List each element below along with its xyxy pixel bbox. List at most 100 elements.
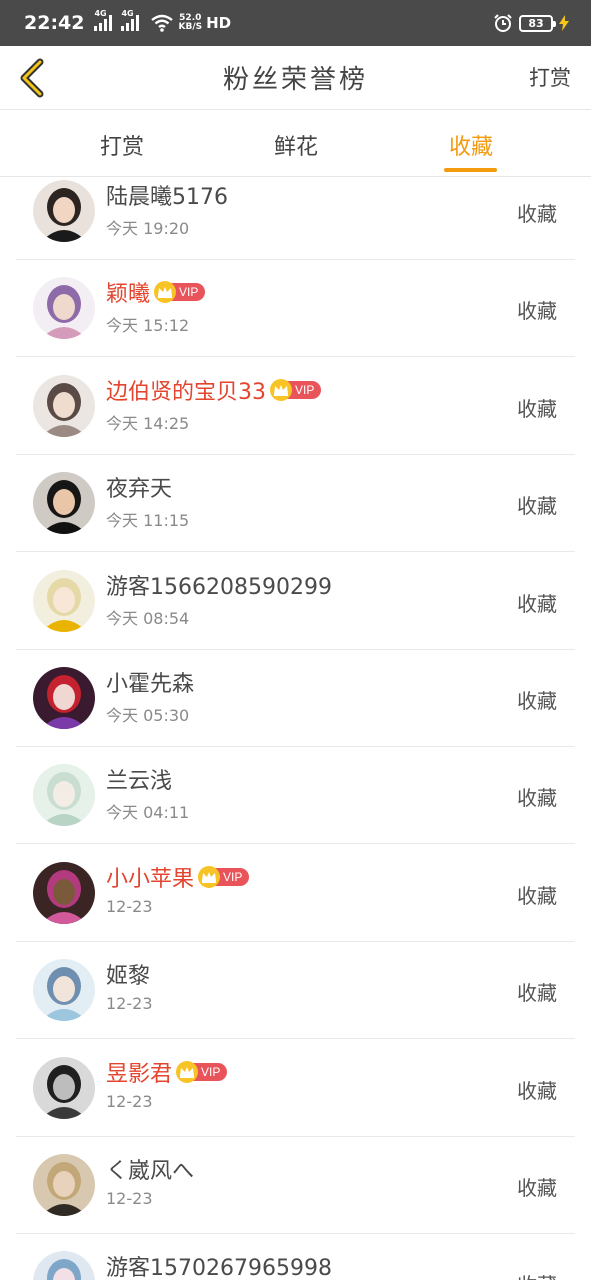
fan-name-text: 夜弃天 [106,477,173,503]
crown-icon [198,865,221,888]
avatar-black-white[interactable] [33,1056,95,1119]
fan-name[interactable]: 小小苹果 VIP [106,861,250,893]
action-label: 收藏 [517,1269,557,1280]
battery-icon: 83 [519,14,556,32]
action-label: 收藏 [517,1176,557,1200]
favorite-time: 今天 05:30 [106,706,190,725]
favorite-time: 今天 19:20 [106,219,190,238]
fan-list-item[interactable]: 小霍先森今天 05:30 收藏 [0,650,591,747]
fan-name[interactable]: 昱影君 VIP [106,1056,228,1088]
favorite-time: 12-23 [106,896,153,916]
favorite-time: 今天 14:25 [106,413,190,433]
action-label: 收藏 [517,202,557,226]
fan-name-text: 姬黎 [106,964,151,990]
fan-name[interactable]: く崴风へ [106,1153,194,1185]
avatar-two-characters[interactable] [33,277,95,340]
crown-icon [270,378,292,401]
action-label: 收藏 [517,494,557,519]
avatar-flowers[interactable] [33,861,95,924]
action-label: 收藏 [517,396,557,421]
action-label: 收藏 [517,1078,557,1103]
network-speed: 52.0 KB/S [178,14,202,32]
hd-indicator: HD [206,14,232,32]
fan-name-text: 颖曦 [106,282,151,308]
network-speed-unit: KB/S [178,22,203,32]
fan-name[interactable]: 兰云浅 [106,763,172,795]
tab-favorites[interactable]: 收藏 [444,129,498,161]
action-label: 收藏 [517,981,557,1006]
fan-name-text: 陆晨曦5176 [106,185,228,210]
charging-icon [559,15,569,31]
avatar-sunglasses[interactable] [33,472,95,535]
fan-name[interactable]: 姬黎 [106,958,150,990]
action-label: 收藏 [517,591,557,616]
tab-reward[interactable]: 打赏 [96,129,148,161]
favorite-time: 12-23 [106,1091,153,1111]
favorite-time: 12-23 [106,1189,153,1208]
fan-list-item[interactable]: 兰云浅今天 04:11 收藏 [0,747,591,845]
favorite-time: 今天 11:15 [106,511,190,531]
avatar-anime-red-hair[interactable] [33,667,95,729]
fan-name[interactable]: 游客1570267965998 [106,1250,332,1280]
favorite-time: 12-23 [106,994,153,1014]
cellular-signal-icon: 4G [94,9,114,31]
crown-icon [176,1060,199,1083]
avatar-partial[interactable] [33,1251,95,1280]
fan-name-text: 小霍先森 [106,672,195,697]
avatar-anime-girl-blonde[interactable] [33,569,95,632]
status-bar: 22:42 4G 4G 52.0 KB/S HD 83 [0,0,591,46]
avatar-boy-blonde[interactable] [33,1154,95,1216]
fan-name[interactable]: 陆晨曦5176 [106,179,228,211]
fan-name-text: く崴风へ [106,1159,195,1184]
favorite-time: 今天 04:11 [106,803,190,823]
navigation-bar: 粉丝荣誉榜 打赏 [0,46,591,110]
fan-name[interactable]: 小霍先森 [106,666,194,698]
action-label: 收藏 [517,786,557,811]
avatar-girl-dark-hair[interactable] [33,180,95,242]
fan-name[interactable]: 夜弃天 [106,471,172,503]
fan-name-text: 边伯贤的宝贝33 [106,379,266,405]
vip-badge: VIP [154,281,206,304]
network-type-label-2: 4G [121,9,134,18]
page-title: 粉丝荣誉榜 [222,65,368,95]
fan-list-item[interactable]: 颖曦 VIP 今天 15:12 收藏 [0,260,591,358]
fan-name-text: 昱影君 [106,1061,173,1087]
fan-list-item[interactable]: 姬黎 12-23 收藏 [0,942,591,1040]
action-label: 收藏 [517,299,557,324]
avatar-lady-in-white[interactable] [33,764,95,827]
fan-name-text: 小小苹果 [106,866,195,892]
fan-name-text: 游客1570267965998 [106,1256,332,1280]
fan-list-item[interactable]: 游客1566208590299 今天 08:54 收藏 [0,553,591,650]
favorite-time: 今天 15:12 [106,316,190,336]
fan-list-item[interactable]: く崴风へ 12-23 收藏 [0,1137,591,1234]
active-tab-indicator [444,168,497,172]
back-arrow-icon[interactable] [14,56,50,100]
fan-name[interactable]: 边伯贤的宝贝33 VIP [106,374,322,406]
tab-flowers[interactable]: 鲜花 [268,129,324,161]
tab-bar: 打赏 鲜花 收藏 [0,111,591,177]
fan-list-item[interactable]: 陆晨曦5176 今天 19:20 收藏 [0,177,591,260]
battery-level: 83 [528,16,544,30]
reward-button[interactable]: 打赏 [529,62,571,92]
fan-name-text: 游客1566208590299 [106,574,332,600]
status-time: 22:42 [24,12,85,34]
fan-list-item[interactable]: 昱影君 VIP 12-23 收藏 [0,1040,591,1137]
fan-list-item[interactable]: 小小苹果 VIP 12-23 收藏 [0,845,591,942]
fan-list-item[interactable]: 夜弃天今天 11:15 收藏 [0,455,591,553]
avatar-ancient-lady[interactable] [33,959,95,1022]
fan-name-text: 兰云浅 [106,769,173,795]
fan-name[interactable]: 颖曦 VIP [106,276,206,308]
fan-name[interactable]: 游客1566208590299 [106,569,332,601]
favorite-time: 今天 08:54 [106,608,190,628]
cellular-signal-icon-2: 4G [121,9,141,31]
fan-list[interactable]: 陆晨曦5176 今天 19:20 收藏 颖曦 VIP 今天 15:12 收藏 边伯贤的宝… [0,177,591,1280]
fan-list-item[interactable]: 边伯贤的宝贝33 VIP 今天 14:25 收藏 [0,358,591,455]
network-type-label: 4G [94,9,107,18]
alarm-icon [494,14,512,32]
fan-list-item[interactable]: 游客1570267965998 收藏 [0,1234,591,1280]
avatar-selfie[interactable] [33,374,95,437]
vip-badge: VIP [176,1060,228,1083]
wifi-icon [151,14,174,32]
action-label: 收藏 [517,689,557,713]
action-label: 收藏 [517,883,557,908]
